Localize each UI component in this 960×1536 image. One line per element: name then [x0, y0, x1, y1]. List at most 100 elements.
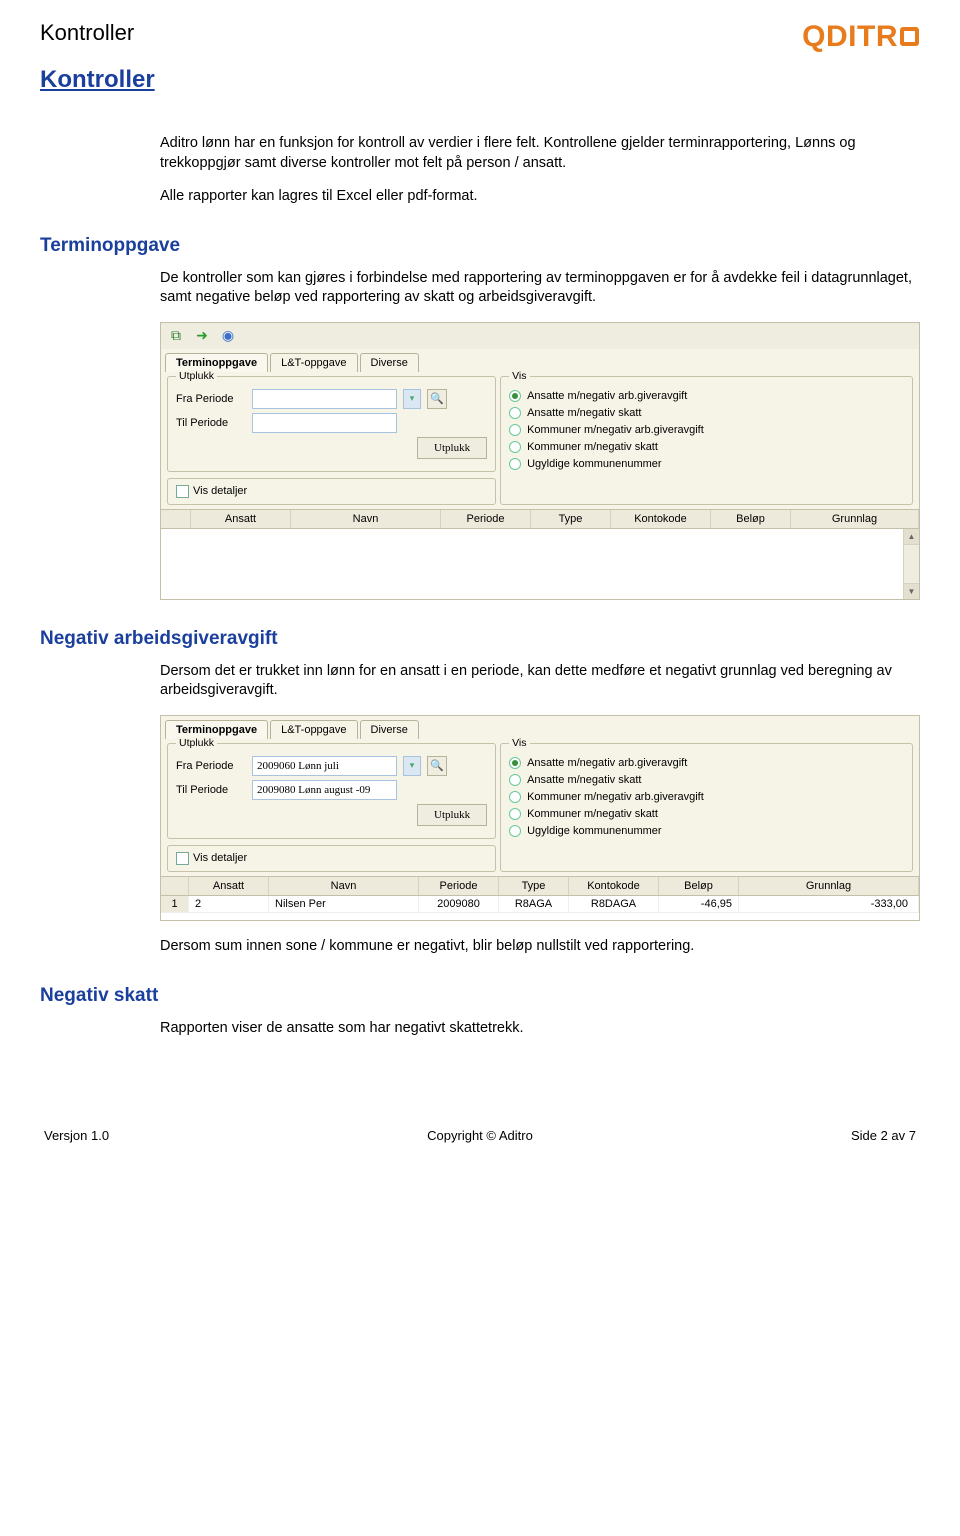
- radio2-label-1: Ansatte m/negativ skatt: [527, 774, 641, 786]
- col2-grunnlag[interactable]: Grunnlag: [739, 877, 919, 895]
- vis-detaljer-label-2: Vis detaljer: [193, 852, 247, 864]
- scrollbar[interactable]: ▲ ▼: [903, 529, 919, 599]
- cell-type: R8AGA: [499, 896, 569, 912]
- fra-periode-label-2: Fra Periode: [176, 760, 246, 772]
- radio-label-4: Ugyldige kommunenummer: [527, 458, 662, 470]
- excel-icon[interactable]: ⧉: [167, 327, 185, 345]
- col2-kontokode[interactable]: Kontokode: [569, 877, 659, 895]
- til-periode-label-2: Til Periode: [176, 784, 246, 796]
- tab2-diverse[interactable]: Diverse: [360, 720, 419, 739]
- utplukk-button-2[interactable]: Utplukk: [417, 804, 487, 826]
- utplukk-legend: Utplukk: [176, 370, 217, 382]
- neg-arb-paragraph: Dersom det er trukket inn lønn for en an…: [160, 662, 920, 701]
- grid-body-empty: ▲ ▼: [161, 529, 919, 599]
- col-grunnlag[interactable]: Grunnlag: [791, 510, 919, 528]
- fra-periode-label: Fra Periode: [176, 393, 246, 405]
- radio2-kommuner-neg-arb[interactable]: [509, 791, 521, 803]
- radio2-ansatte-neg-arb[interactable]: [509, 757, 521, 769]
- vis-detaljer-fieldset-2: Vis detaljer: [167, 845, 496, 872]
- vis-detaljer-label: Vis detaljer: [193, 485, 247, 497]
- forward-icon[interactable]: ➜: [193, 327, 211, 345]
- footer-copyright: Copyright © Aditro: [427, 1128, 533, 1143]
- vis-detaljer-checkbox-2[interactable]: [176, 852, 189, 865]
- col-type[interactable]: Type: [531, 510, 611, 528]
- utplukk-button[interactable]: Utplukk: [417, 437, 487, 459]
- col-kontokode[interactable]: Kontokode: [611, 510, 711, 528]
- help-icon[interactable]: ◉: [219, 327, 237, 345]
- col2-type[interactable]: Type: [499, 877, 569, 895]
- col2-ansatt[interactable]: Ansatt: [189, 877, 269, 895]
- page-footer: Versjon 1.0 Copyright © Aditro Side 2 av…: [40, 1128, 920, 1143]
- fra-periode-dropdown-icon-2[interactable]: ▾: [403, 756, 421, 776]
- result-grid-2: Ansatt Navn Periode Type Kontokode Beløp…: [161, 876, 919, 920]
- tabs-row: Terminoppgave L&T-oppgave Diverse: [161, 349, 919, 372]
- terminoppgave-paragraph: De kontroller som kan gjøres i forbindel…: [160, 269, 920, 308]
- tab-lt-oppgave[interactable]: L&T-oppgave: [270, 353, 357, 372]
- col-ansatt[interactable]: Ansatt: [191, 510, 291, 528]
- toolbar: ⧉ ➜ ◉: [161, 323, 919, 349]
- vis-fieldset-2: Vis Ansatte m/negativ arb.giveravgift An…: [500, 743, 913, 872]
- til-periode-input[interactable]: [252, 413, 397, 433]
- fra-periode-input-2[interactable]: [252, 756, 397, 776]
- section-heading-terminoppgave: Terminoppgave: [40, 235, 920, 257]
- col-navn[interactable]: Navn: [291, 510, 441, 528]
- footer-version: Versjon 1.0: [44, 1128, 109, 1143]
- cell-grunnlag: -333,00: [739, 896, 919, 912]
- radio-ansatte-neg-skatt[interactable]: [509, 407, 521, 419]
- intro-paragraph-1: Aditro lønn har en funksjon for kontroll…: [160, 134, 920, 173]
- vis-fieldset: Vis Ansatte m/negativ arb.giveravgift An…: [500, 376, 913, 505]
- vis-detaljer-fieldset: Vis detaljer: [167, 478, 496, 505]
- radio2-label-4: Ugyldige kommunenummer: [527, 825, 662, 837]
- utplukk-legend-2: Utplukk: [176, 737, 217, 749]
- app-panel-neg-arb: Terminoppgave L&T-oppgave Diverse Utpluk…: [160, 715, 920, 921]
- radio2-label-3: Kommuner m/negativ skatt: [527, 808, 658, 820]
- scroll-down-icon[interactable]: ▼: [904, 583, 919, 599]
- aditro-logo: QDITR: [802, 20, 920, 54]
- radio-label-0: Ansatte m/negativ arb.giveravgift: [527, 390, 687, 402]
- fra-periode-dropdown-icon[interactable]: ▾: [403, 389, 421, 409]
- radio-ansatte-neg-arb[interactable]: [509, 390, 521, 402]
- radio-ugyldige-kommunenr[interactable]: [509, 458, 521, 470]
- cell-rownum: 1: [161, 896, 189, 912]
- col-belop[interactable]: Beløp: [711, 510, 791, 528]
- radio2-ugyldige-kommunenr[interactable]: [509, 825, 521, 837]
- col-periode[interactable]: Periode: [441, 510, 531, 528]
- cell-belop: -46,95: [659, 896, 739, 912]
- radio2-ansatte-neg-skatt[interactable]: [509, 774, 521, 786]
- col2-periode[interactable]: Periode: [419, 877, 499, 895]
- utplukk-fieldset-2: Utplukk Fra Periode ▾ 🔍 Til Periode Utpl…: [167, 743, 496, 839]
- grid-header: Ansatt Navn Periode Type Kontokode Beløp…: [161, 510, 919, 529]
- grid-body-2: 1 2 Nilsen Per 2009080 R8AGA R8DAGA -46,…: [161, 896, 919, 920]
- section-heading-neg-skatt: Negativ skatt: [40, 985, 920, 1007]
- tab2-lt-oppgave[interactable]: L&T-oppgave: [270, 720, 357, 739]
- col2-belop[interactable]: Beløp: [659, 877, 739, 895]
- radio-kommuner-neg-arb[interactable]: [509, 424, 521, 436]
- radio2-label-2: Kommuner m/negativ arb.giveravgift: [527, 791, 704, 803]
- cell-ansatt: 2: [189, 896, 269, 912]
- fra-periode-search-icon-2[interactable]: 🔍: [427, 756, 447, 776]
- radio-kommuner-neg-skatt[interactable]: [509, 441, 521, 453]
- page-title-link[interactable]: Kontroller: [40, 66, 155, 94]
- cell-navn: Nilsen Per: [269, 896, 419, 912]
- cell-periode: 2009080: [419, 896, 499, 912]
- table-row[interactable]: 1 2 Nilsen Per 2009080 R8AGA R8DAGA -46,…: [161, 896, 919, 913]
- result-grid: Ansatt Navn Periode Type Kontokode Beløp…: [161, 509, 919, 599]
- scroll-up-icon[interactable]: ▲: [904, 529, 919, 545]
- tab-diverse[interactable]: Diverse: [360, 353, 419, 372]
- radio2-kommuner-neg-skatt[interactable]: [509, 808, 521, 820]
- fra-periode-input[interactable]: [252, 389, 397, 409]
- app-panel-terminoppgave: ⧉ ➜ ◉ Terminoppgave L&T-oppgave Diverse …: [160, 322, 920, 600]
- cell-konto: R8DAGA: [569, 896, 659, 912]
- vis-detaljer-checkbox[interactable]: [176, 485, 189, 498]
- header-corner-title: Kontroller: [40, 20, 134, 46]
- til-periode-input-2[interactable]: [252, 780, 397, 800]
- col2-rownum[interactable]: [161, 877, 189, 895]
- tabs-row-2: Terminoppgave L&T-oppgave Diverse: [161, 716, 919, 739]
- footer-page-number: Side 2 av 7: [851, 1128, 916, 1143]
- radio2-label-0: Ansatte m/negativ arb.giveravgift: [527, 757, 687, 769]
- radio-label-3: Kommuner m/negativ skatt: [527, 441, 658, 453]
- fra-periode-search-icon[interactable]: 🔍: [427, 389, 447, 409]
- grid-header-2: Ansatt Navn Periode Type Kontokode Beløp…: [161, 877, 919, 896]
- col2-navn[interactable]: Navn: [269, 877, 419, 895]
- logo-o-icon: [900, 27, 919, 46]
